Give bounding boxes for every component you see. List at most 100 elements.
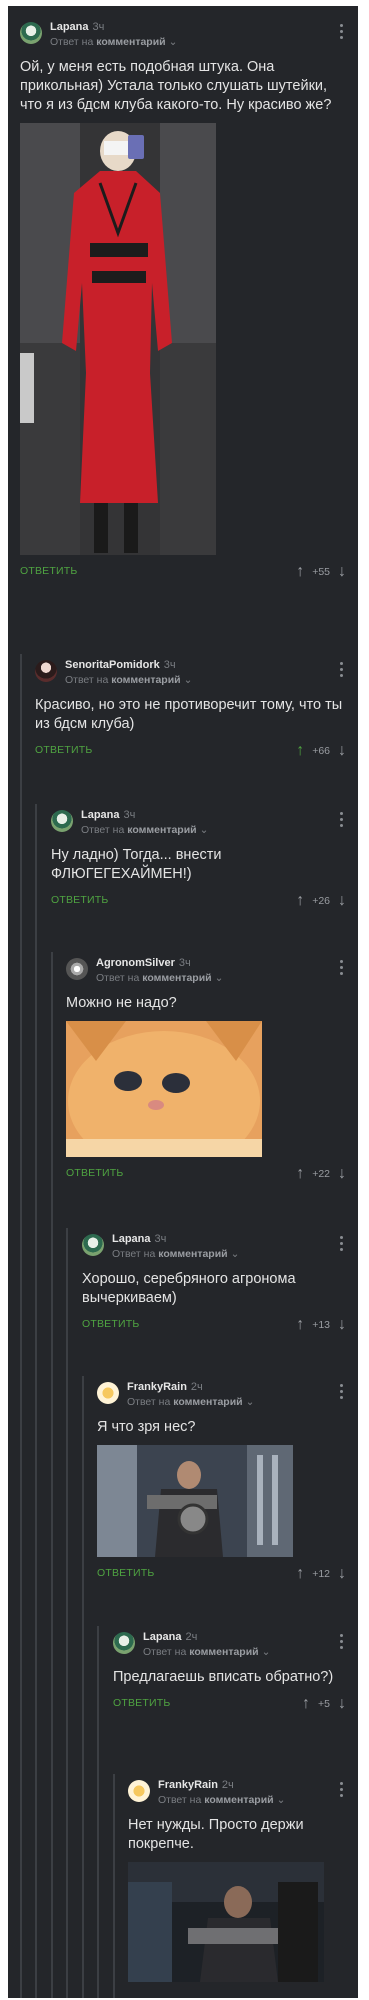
- more-vertical-icon[interactable]: [340, 1384, 344, 1402]
- chevron-down-icon: ⌄: [245, 1396, 255, 1408]
- reply-to-link[interactable]: Ответ на комментарий ⌄: [143, 1646, 270, 1658]
- username[interactable]: FrankyRain 2ч: [158, 1779, 234, 1791]
- username[interactable]: Lapana 3ч: [112, 1233, 166, 1245]
- comment-time: 3ч: [178, 957, 191, 969]
- arrow-down-icon[interactable]: ↓: [338, 743, 346, 759]
- reply-button[interactable]: ОТВЕТИТЬ: [97, 1567, 154, 1579]
- user-avatar[interactable]: [20, 22, 42, 44]
- comment-score: +55: [312, 566, 330, 578]
- reply-button[interactable]: ОТВЕТИТЬ: [35, 744, 92, 756]
- username[interactable]: FrankyRain 2ч: [127, 1381, 203, 1393]
- username[interactable]: SenoritaPomidork 3ч: [65, 659, 176, 671]
- reply-to-link[interactable]: Ответ на комментарий ⌄: [50, 36, 177, 48]
- reply-button[interactable]: ОТВЕТИТЬ: [82, 1318, 139, 1330]
- comment-text: Можно не надо?: [66, 995, 177, 1011]
- more-vertical-icon[interactable]: [340, 1236, 344, 1254]
- username[interactable]: AgronomSilver 3ч: [96, 957, 191, 969]
- comment-time: 2ч: [185, 1631, 198, 1643]
- chevron-down-icon: ⌄: [214, 972, 224, 984]
- comment-text: Красиво, но это не противоречит тому, чт…: [35, 697, 343, 732]
- arrow-down-icon[interactable]: ↓: [338, 893, 346, 909]
- comment-text: Ой, у меня есть подобная штука. Она прик…: [20, 59, 332, 113]
- more-vertical-icon[interactable]: [340, 812, 344, 830]
- comment-text: Ну ладно) Тогда... внести ФЛЮГЕГЕХАЙМЕН!…: [51, 847, 222, 882]
- reply-to-link[interactable]: Ответ на комментарий ⌄: [112, 1248, 239, 1260]
- reply-to-link[interactable]: Ответ на комментарий ⌄: [65, 674, 192, 686]
- reply-to-link[interactable]: Ответ на комментарий ⌄: [127, 1396, 254, 1408]
- reply-button[interactable]: ОТВЕТИТЬ: [51, 894, 108, 906]
- comment-score: +13: [312, 1319, 330, 1331]
- comment-0: Lapana 3ч Ответ на комментарий ⌄ Ой, у ме…: [20, 16, 346, 585]
- comment-text: Я что зря нес?: [97, 1419, 196, 1435]
- reply-button[interactable]: ОТВЕТИТЬ: [66, 1167, 123, 1179]
- reply-to-link[interactable]: Ответ на комментарий ⌄: [81, 824, 208, 836]
- more-vertical-icon[interactable]: [340, 1634, 344, 1652]
- reply-to-link[interactable]: Ответ на комментарий ⌄: [96, 972, 223, 984]
- comment-7: FrankyRain 2ч Ответ на комментарий ⌄ Нет …: [128, 1774, 346, 1982]
- photo-movie-still: [128, 1862, 324, 1982]
- user-avatar[interactable]: [113, 1632, 135, 1654]
- comment-5: FrankyRain 2ч Ответ на комментарий ⌄ Я чт…: [97, 1376, 346, 1587]
- user-avatar[interactable]: [35, 660, 57, 682]
- more-vertical-icon[interactable]: [340, 960, 344, 978]
- more-vertical-icon[interactable]: [340, 1782, 344, 1800]
- comment-image[interactable]: [66, 1021, 262, 1157]
- comment-time: 2ч: [190, 1381, 203, 1393]
- photo-red-dress: [20, 123, 216, 555]
- arrow-down-icon[interactable]: ↓: [338, 564, 346, 580]
- arrow-up-icon[interactable]: ↑: [296, 893, 304, 909]
- arrow-up-icon[interactable]: ↑: [296, 1166, 304, 1182]
- arrow-down-icon[interactable]: ↓: [338, 1317, 346, 1333]
- comment-score: +22: [312, 1168, 330, 1180]
- arrow-up-icon[interactable]: ↑: [296, 1317, 304, 1333]
- comment-time: 2ч: [221, 1779, 234, 1791]
- chevron-down-icon: ⌄: [276, 1794, 286, 1806]
- more-vertical-icon[interactable]: [340, 662, 344, 680]
- arrow-up-icon[interactable]: ↑: [302, 1696, 310, 1712]
- comment-1: SenoritaPomidork 3ч Ответ на комментарий …: [35, 654, 346, 764]
- reply-button[interactable]: ОТВЕТИТЬ: [113, 1697, 170, 1709]
- comment-score: +5: [318, 1698, 330, 1710]
- photo-kitten: [66, 1021, 262, 1157]
- photo-man-with-gun: [97, 1445, 293, 1557]
- chevron-down-icon: ⌄: [168, 36, 178, 48]
- comment-score: +26: [312, 895, 330, 907]
- comment-time: 3ч: [123, 809, 136, 821]
- arrow-down-icon[interactable]: ↓: [338, 1566, 346, 1582]
- chevron-down-icon: ⌄: [183, 674, 193, 686]
- user-avatar[interactable]: [51, 810, 73, 832]
- chevron-down-icon: ⌄: [199, 824, 209, 836]
- arrow-up-icon[interactable]: ↑: [296, 743, 304, 759]
- comment-6: Lapana 2ч Ответ на комментарий ⌄ Предлага…: [113, 1626, 346, 1717]
- comment-time: 3ч: [154, 1233, 167, 1245]
- username[interactable]: Lapana 3ч: [50, 21, 104, 33]
- reply-to-link[interactable]: Ответ на комментарий ⌄: [158, 1794, 285, 1806]
- comment-score: +12: [312, 1568, 330, 1580]
- user-avatar[interactable]: [66, 958, 88, 980]
- arrow-up-icon[interactable]: ↑: [296, 1566, 304, 1582]
- chevron-down-icon: ⌄: [230, 1248, 240, 1260]
- comment-text: Предлагаешь вписать обратно?): [113, 1669, 334, 1685]
- user-avatar[interactable]: [128, 1780, 150, 1802]
- comment-4: Lapana 3ч Ответ на комментарий ⌄ Хорошо, …: [82, 1228, 346, 1338]
- comment-score: +66: [312, 745, 330, 757]
- comment-image[interactable]: [128, 1862, 324, 1982]
- comment-3: AgronomSilver 3ч Ответ на комментарий ⌄ М…: [66, 952, 346, 1187]
- comment-image[interactable]: [20, 123, 216, 555]
- user-avatar[interactable]: [82, 1234, 104, 1256]
- arrow-down-icon[interactable]: ↓: [338, 1166, 346, 1182]
- user-avatar[interactable]: [97, 1382, 119, 1404]
- reply-button[interactable]: ОТВЕТИТЬ: [20, 565, 77, 577]
- comment-2: Lapana 3ч Ответ на комментарий ⌄ Ну ладно…: [51, 804, 346, 914]
- comments-thread: Lapana 3ч Ответ на комментарий ⌄ Ой, у ме…: [8, 6, 358, 1998]
- comment-image[interactable]: [97, 1445, 293, 1557]
- comment-time: 3ч: [163, 659, 176, 671]
- username[interactable]: Lapana 3ч: [81, 809, 135, 821]
- comment-time: 3ч: [92, 21, 105, 33]
- comment-text: Нет нужды. Просто держи покрепче.: [128, 1817, 304, 1852]
- comment-text: Хорошо, серебряного агронома вычеркиваем…: [82, 1271, 296, 1306]
- more-vertical-icon[interactable]: [340, 24, 344, 42]
- arrow-down-icon[interactable]: ↓: [338, 1696, 346, 1712]
- arrow-up-icon[interactable]: ↑: [296, 564, 304, 580]
- username[interactable]: Lapana 2ч: [143, 1631, 197, 1643]
